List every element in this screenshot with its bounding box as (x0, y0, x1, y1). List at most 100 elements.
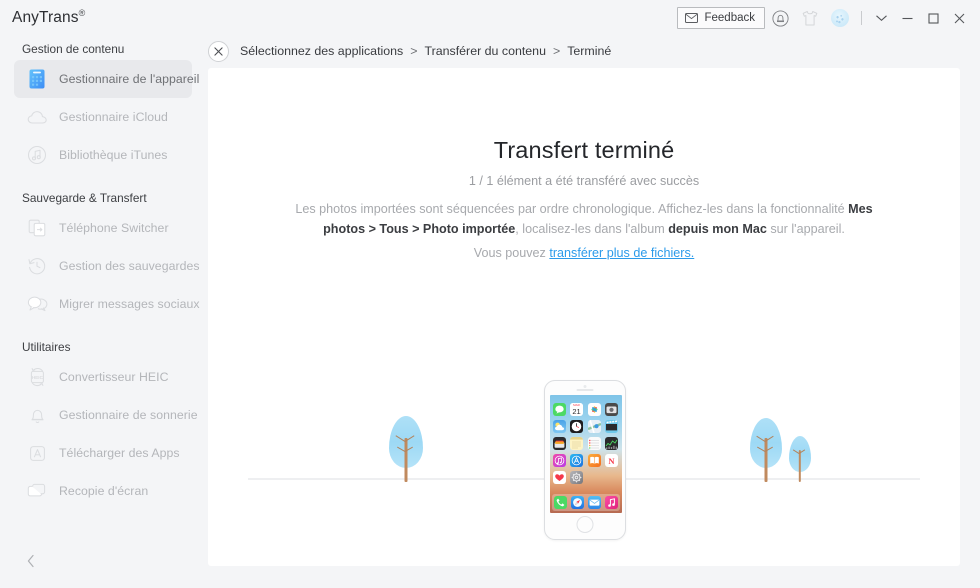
page-title: Transfert terminé (493, 137, 675, 163)
sidebar-item-backup-manager[interactable]: Gestion des sauvegardes (14, 247, 200, 285)
sidebar-section-title-content: Gestion de contenu (22, 42, 125, 56)
sidebar-item-label: Gestionnaire de sonnerie (59, 408, 198, 422)
anytrans-window: AnyTrans® Feedback Gestion de contenu Ge… (0, 0, 980, 588)
sidebar-item-label: Bibliothèque iTunes (59, 148, 168, 162)
transfer-summary: 1 / 1 élément a été transféré avec succè… (468, 174, 700, 188)
phone-switcher-icon (26, 217, 48, 239)
app-icon-news: N (604, 454, 618, 467)
sidebar-item-label: Gestionnaire iCloud (59, 110, 168, 124)
app-icon-wallet (553, 437, 566, 450)
user-avatar (831, 9, 849, 27)
app-brand: AnyTrans® (12, 8, 85, 27)
phone-camera (583, 385, 587, 388)
svg-text:21: 21 (573, 407, 581, 416)
app-icon-app-store (570, 454, 584, 467)
sidebar-item-icloud-manager[interactable]: Gestionnaire iCloud (14, 98, 192, 136)
envelope-icon (685, 13, 699, 23)
content-panel: Transfert terminé 1 / 1 élément a été tr… (208, 68, 960, 566)
completion-illustration: MAR 21 N (208, 300, 960, 540)
breadcrumb-close-button[interactable] (208, 40, 229, 62)
minimize-icon (902, 17, 912, 19)
bell-icon (771, 9, 789, 27)
dock-icon-mail (588, 496, 601, 509)
tree-right-large (746, 410, 786, 482)
minimize-button[interactable] (894, 6, 920, 30)
sidebar-item-device-manager[interactable]: Gestionnaire de l'appareil (14, 60, 199, 98)
tree-left (386, 410, 426, 482)
notification-button[interactable] (765, 6, 795, 30)
breadcrumb: Sélectionnez des applications > Transfér… (208, 36, 611, 66)
theme-skin-button[interactable] (795, 6, 825, 30)
sidebar-item-itunes-library[interactable]: Bibliothèque iTunes (14, 136, 192, 174)
app-icon-notes (570, 437, 584, 450)
chevron-down-icon (875, 15, 887, 22)
app-icon-stocks (604, 437, 618, 450)
maximize-button[interactable] (920, 6, 946, 30)
sidebar-item-label: Migrer messages sociaux (59, 297, 200, 311)
user-account-button[interactable] (825, 6, 855, 30)
breadcrumb-separator: > (552, 44, 561, 58)
window-menu-button[interactable] (868, 6, 894, 30)
app-icon-calendar: MAR 21 (570, 403, 584, 416)
phone-status-bar (550, 396, 622, 402)
app-icon-reminders (587, 437, 601, 450)
app-icon-messages (553, 403, 566, 416)
app-icon-weather (553, 420, 566, 433)
transfer-more-line: Vous pouvez transférer plus de fichiers. (208, 246, 960, 260)
svg-text:N: N (608, 456, 615, 466)
bell-ringtone-icon (26, 404, 48, 426)
transfer-description: Les photos importées sont séquencées par… (284, 199, 884, 239)
close-button[interactable] (946, 6, 972, 30)
heic-convert-icon: HEIC (26, 366, 48, 388)
description-part-3: sur l'appareil. (766, 222, 845, 236)
breadcrumb-separator: > (410, 44, 418, 58)
sidebar-item-label: Recopie d'écran (59, 484, 149, 498)
maximize-icon (927, 12, 939, 24)
dock-icon-phone (554, 496, 567, 509)
sidebar-item-ringtone-manager[interactable]: Gestionnaire de sonnerie (14, 396, 198, 434)
backup-clock-icon (26, 255, 48, 277)
sidebar: Gestion de contenu Gestionnaire de l'app… (0, 34, 208, 588)
app-icon-camera (604, 403, 618, 416)
phone-dock (552, 494, 620, 511)
dock-icon-music (605, 496, 618, 509)
cloud-icon (26, 106, 48, 128)
sidebar-item-phone-switcher[interactable]: Téléphone Switcher (14, 209, 192, 247)
tree-trunk (404, 438, 408, 482)
feedback-label: Feedback (704, 12, 755, 24)
app-icon-maps (587, 420, 601, 433)
breadcrumb-item-done[interactable]: Terminé (567, 44, 611, 58)
itunes-note-icon (26, 144, 48, 166)
sidebar-collapse-button[interactable] (22, 552, 40, 570)
sidebar-item-heic-converter[interactable]: HEIC Convertisseur HEIC (14, 358, 192, 396)
app-brand-text: AnyTrans (12, 9, 79, 27)
phone-screen: MAR 21 N (550, 395, 622, 513)
tshirt-icon (802, 10, 818, 25)
app-store-icon (26, 442, 48, 464)
app-icon-settings (570, 471, 584, 484)
transfer-more-files-link[interactable]: transférer plus de fichiers. (549, 246, 694, 260)
sidebar-item-screen-mirroring[interactable]: Recopie d'écran (14, 472, 192, 510)
phone-home-button (576, 516, 594, 533)
svg-text:HEIC: HEIC (31, 375, 43, 380)
app-icon-photos (587, 403, 601, 416)
breadcrumb-item-select-apps[interactable]: Sélectionnez des applications (240, 44, 403, 58)
registered-mark: ® (78, 8, 86, 18)
device-icon (26, 68, 48, 90)
close-icon (954, 13, 964, 23)
app-icon-health (553, 471, 566, 484)
description-part-1: Les photos importées sont séquencées par… (295, 202, 849, 216)
app-icon-videos (604, 420, 618, 433)
sidebar-item-download-apps[interactable]: Télécharger des Apps (14, 434, 192, 472)
description-bold-album: depuis mon Mac (668, 222, 767, 236)
feedback-button[interactable]: Feedback (677, 7, 765, 29)
breadcrumb-item-transfer-content[interactable]: Transférer du contenu (425, 44, 546, 58)
dock-icon-safari (571, 496, 584, 509)
app-icon-clock (570, 420, 584, 433)
sidebar-section-title-utilities: Utilitaires (22, 340, 71, 354)
sidebar-item-social-messages[interactable]: Migrer messages sociaux (14, 285, 200, 323)
phone-app-grid: MAR 21 N (553, 403, 619, 484)
app-icon-ibooks (587, 454, 601, 467)
close-icon (214, 46, 223, 56)
screen-mirror-icon (26, 480, 48, 502)
